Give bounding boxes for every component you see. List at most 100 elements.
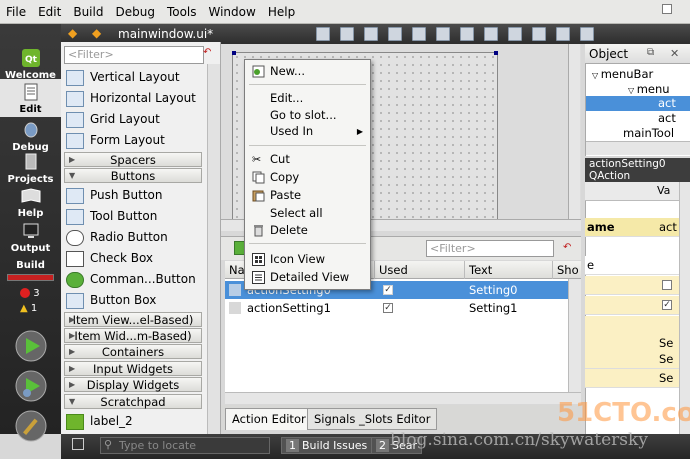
widget-radio-button[interactable]: Radio Button xyxy=(66,227,201,248)
property-row[interactable]: Se xyxy=(585,369,690,388)
edit-signals-icon[interactable] xyxy=(340,27,354,41)
menu-item-paste[interactable]: Paste xyxy=(246,187,369,204)
property-row[interactable]: e xyxy=(585,4,690,275)
tree-item-maintoolbar[interactable]: mainTool xyxy=(623,126,674,141)
tab-action-editor[interactable]: Action Editor xyxy=(225,408,313,430)
build-hammer-button[interactable] xyxy=(14,409,48,443)
layout-grid-icon[interactable] xyxy=(508,27,522,41)
category-input-widgets[interactable]: ▶ Input Widgets xyxy=(64,361,202,376)
widget-tool-button[interactable]: Tool Button xyxy=(66,206,201,227)
widget-filter-input[interactable]: <Filter> xyxy=(64,46,204,64)
canvas-vertical-scrollbar[interactable] xyxy=(568,44,580,220)
property-row[interactable] xyxy=(585,316,690,335)
category-scratchpad[interactable]: ▼ Scratchpad xyxy=(64,394,202,409)
widget-vertical-layout[interactable]: Vertical Layout xyxy=(66,67,201,88)
property-checkbox[interactable] xyxy=(662,4,672,14)
menu-debug[interactable]: Debug xyxy=(109,5,160,19)
property-checkbox[interactable]: ✓ xyxy=(662,300,672,310)
mode-debug[interactable]: Debug xyxy=(0,120,61,153)
tree-item-menu[interactable]: ▽ menu xyxy=(628,82,670,97)
property-row-objectname[interactable]: ame act xyxy=(585,218,690,237)
menu-item-delete[interactable]: Delete xyxy=(246,222,369,239)
build-warnings[interactable]: ▲ 1 xyxy=(20,303,37,314)
menu-edit[interactable]: Edit xyxy=(32,5,67,19)
widget-button-box[interactable]: Button Box xyxy=(66,290,201,311)
property-row[interactable] xyxy=(585,276,690,295)
menu-window[interactable]: Window xyxy=(203,5,262,19)
category-buttons[interactable]: ▼ Buttons xyxy=(64,168,202,183)
menu-item-edit[interactable]: Edit... xyxy=(246,90,369,107)
toggle-sidebar-icon[interactable] xyxy=(72,438,84,450)
menu-item-icon-view[interactable]: Icon View xyxy=(246,251,369,268)
menu-item-go-to-slot[interactable]: Go to slot... xyxy=(246,107,369,124)
menu-item-used-in[interactable]: Used In ▶ xyxy=(246,123,369,140)
widget-horizontal-layout[interactable]: Horizontal Layout xyxy=(66,88,201,109)
value-column-header[interactable]: Va xyxy=(657,184,670,197)
menu-build[interactable]: Build xyxy=(67,5,109,19)
widget-form-layout[interactable]: Form Layout xyxy=(66,130,201,151)
adjust-size-icon[interactable] xyxy=(580,27,594,41)
menu-file[interactable]: File xyxy=(0,5,32,19)
table-row[interactable]: actionSetting1 ✓ Setting1 xyxy=(225,299,581,317)
category-spacers[interactable]: ▶ Spacers xyxy=(64,152,202,167)
property-row[interactable]: ✓ xyxy=(585,296,690,315)
action-table-scrollbar[interactable] xyxy=(568,279,581,392)
category-containers[interactable]: ▶ Containers xyxy=(64,344,202,359)
document-title[interactable]: mainwindow.ui* xyxy=(118,27,213,41)
menu-item-cut[interactable]: ✂ Cut xyxy=(246,151,369,168)
debug-run-button[interactable] xyxy=(14,369,48,403)
object-inspector-hscrollbar[interactable] xyxy=(586,141,690,155)
layout-horizontal-icon[interactable] xyxy=(412,27,426,41)
layout-splitter-v-icon[interactable] xyxy=(484,27,498,41)
mode-welcome[interactable]: Qt Welcome xyxy=(0,48,61,81)
clear-filter-icon[interactable]: ↶ xyxy=(563,242,571,253)
edit-widgets-icon[interactable] xyxy=(316,27,330,41)
widget-command-link-button[interactable]: Comman...Button xyxy=(66,269,201,290)
tree-item-menubar[interactable]: ▽ menuBar xyxy=(592,67,653,82)
property-editor-scrollbar[interactable] xyxy=(679,182,690,434)
layout-splitter-h-icon[interactable] xyxy=(460,27,474,41)
edit-tab-order-icon[interactable] xyxy=(388,27,402,41)
mode-help[interactable]: Help xyxy=(0,186,61,219)
build-errors[interactable]: 3 xyxy=(20,288,40,299)
mode-edit[interactable]: Edit xyxy=(0,79,61,117)
menu-tools[interactable]: Tools xyxy=(161,5,203,19)
menu-item-copy[interactable]: Copy xyxy=(246,169,369,186)
run-button[interactable] xyxy=(14,329,48,363)
layout-vertical-icon[interactable] xyxy=(436,27,450,41)
widget-box-scrollbar[interactable] xyxy=(207,64,220,434)
edit-buddies-icon[interactable] xyxy=(364,27,378,41)
used-checkbox[interactable]: ✓ xyxy=(383,285,393,295)
widget-push-button[interactable]: Push Button xyxy=(66,185,201,206)
property-row[interactable]: Se xyxy=(585,350,690,369)
widget-check-box[interactable]: Check Box xyxy=(66,248,201,269)
clear-filter-icon[interactable]: ↶ xyxy=(203,47,211,58)
forward-arrow-icon[interactable]: ◆ xyxy=(92,26,101,40)
column-text[interactable]: Text xyxy=(465,261,553,279)
break-layout-icon[interactable] xyxy=(556,27,570,41)
mode-projects[interactable]: Projects xyxy=(0,152,61,185)
tab-signals-slots-editor[interactable]: Signals _Slots Editor xyxy=(307,408,438,430)
action-filter-input[interactable]: <Filter> xyxy=(426,240,554,257)
back-arrow-icon[interactable]: ◆ xyxy=(68,26,77,40)
used-checkbox[interactable]: ✓ xyxy=(383,303,393,313)
category-item-widgets[interactable]: ▶ Item Wid...m-Based) xyxy=(64,328,202,343)
menu-item-select-all[interactable]: Select all xyxy=(246,205,369,222)
locator-input[interactable]: Type to locate xyxy=(100,437,270,454)
scratchpad-label-2[interactable]: label_2 xyxy=(66,411,201,432)
category-display-widgets[interactable]: ▶ Display Widgets xyxy=(64,377,202,392)
close-icon[interactable]: ✕ xyxy=(670,47,679,60)
menu-item-detailed-view[interactable]: Detailed View xyxy=(246,269,369,286)
output-tab-build-issues[interactable]: 1 Build Issues xyxy=(281,437,373,454)
mode-output[interactable]: Output xyxy=(0,221,61,254)
selection-handle[interactable] xyxy=(232,51,236,55)
tree-item-action[interactable]: act xyxy=(658,111,676,126)
column-shortcut[interactable]: Sho xyxy=(553,261,581,279)
layout-form-icon[interactable] xyxy=(532,27,546,41)
widget-grid-layout[interactable]: Grid Layout xyxy=(66,109,201,130)
tree-item-action-selected[interactable]: act xyxy=(586,96,690,111)
selection-handle[interactable] xyxy=(494,51,498,55)
menu-item-new[interactable]: New... xyxy=(246,63,369,80)
float-icon[interactable]: ⧉ xyxy=(647,47,654,58)
menu-help[interactable]: Help xyxy=(262,5,301,19)
